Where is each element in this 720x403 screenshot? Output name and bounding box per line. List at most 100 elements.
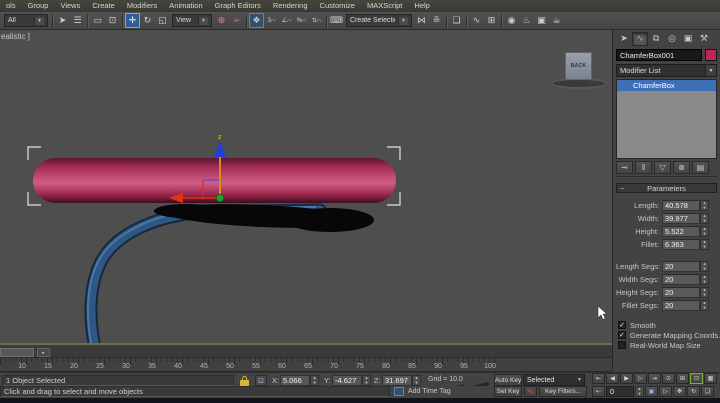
angle-snap-icon[interactable]: ∠∩ [279,13,294,28]
menu-modifiers[interactable]: Modifiers [121,0,163,12]
menu-graph-editors[interactable]: Graph Editors [209,0,267,12]
next-key-button[interactable]: ▸ [37,348,50,357]
go-to-end-icon[interactable]: ⇥ [648,373,661,384]
percent-snap-icon[interactable]: %∩ [294,13,309,28]
checkbox-generate-mapping-coords-[interactable]: ✓ [618,331,626,339]
checkbox-real-world-map-size[interactable] [618,341,626,349]
align-icon[interactable]: ≞ [429,13,444,28]
schematic-view-icon[interactable]: ⊞ [484,13,499,28]
set-key-button[interactable]: Set Key [494,386,522,397]
menu-views[interactable]: Views [54,0,86,12]
go-to-start-icon[interactable]: ⇤ [592,373,605,384]
remove-modifier-icon[interactable]: ⊗ [673,161,690,174]
scene-canvas[interactable]: z x [0,30,612,345]
layer-manager-icon[interactable]: ❏ [449,13,464,28]
pan-hand-icon[interactable]: ✥ [673,386,686,397]
menu-ols[interactable]: ols [0,0,22,12]
tab-hierarchy[interactable]: ⧉ [648,32,664,46]
parameter-spinner[interactable]: ▲▼ [700,261,709,272]
x-coord-field[interactable]: 5.066 [280,375,310,386]
tab-utilities[interactable]: ⚒ [696,32,712,46]
parameter-spinner[interactable]: ▲▼ [700,287,709,298]
mirror-icon[interactable]: ⋈ [414,13,429,28]
absolute-mode-icon[interactable]: ⊡ [255,375,267,386]
keyboard-override-icon[interactable]: ⌨ [329,13,344,28]
select-and-rotate-icon[interactable]: ↻ [140,13,155,28]
time-slider-handle[interactable] [0,348,34,357]
z-coord-field[interactable]: 31.697 [382,375,412,386]
select-and-manipulate-icon[interactable]: ➢ [229,13,244,28]
tab-motion[interactable]: ◎ [664,32,680,46]
checkbox-smooth[interactable]: ✓ [618,321,626,329]
named-selection-set-dropdown[interactable]: Create Selection Se▼ [346,14,412,27]
z-coord-spinner[interactable]: ▲▼ [412,375,421,386]
select-and-move-icon[interactable]: ✛ [125,13,140,28]
tab-modify[interactable]: ∿ [632,32,648,46]
key-selection-dropdown[interactable]: Selected ▼ [523,374,585,386]
maximize-viewport-icon[interactable]: ❏ [701,386,714,397]
tab-display[interactable]: ▣ [680,32,696,46]
render-setup-icon[interactable]: ♨ [519,13,534,28]
pin-stack-icon[interactable]: ⊸ [616,161,633,174]
make-unique-icon[interactable]: ▽ [654,161,671,174]
window-crossing-icon[interactable]: ⊡ [105,13,120,28]
snaps-toggle-3d-icon[interactable]: 3∩ [264,13,279,28]
selection-filter-dropdown[interactable]: All▼ [4,14,48,27]
menu-help[interactable]: Help [408,0,435,12]
menu-maxscript[interactable]: MAXScript [361,0,408,12]
previous-frame-icon[interactable]: ◀ [606,373,619,384]
select-by-name-icon[interactable]: ☰ [70,13,85,28]
parameter-spinner[interactable]: ▲▼ [700,226,709,237]
zoom-extents-all-icon[interactable]: ▦ [704,373,717,384]
timeline-ruler[interactable]: 101520253035404550556065707580859095100 [0,358,612,372]
parameter-spinner[interactable]: ▲▼ [700,274,709,285]
modifier-list-dropdown[interactable]: Modifier List ▼ [616,64,717,77]
add-time-tag-label[interactable]: Add Time Tag [408,388,451,395]
reference-coordinate-dropdown[interactable]: View▼ [172,14,212,27]
use-pivot-point-icon[interactable]: ⊕ [214,13,229,28]
current-frame-field[interactable]: 0 [606,386,634,397]
auto-key-button[interactable]: Auto Key [494,374,522,386]
viewport[interactable]: ealistic ] BACK [0,30,612,345]
render-production-icon[interactable]: ☕ [549,13,564,28]
parameters-rollout-header[interactable]: − Parameters [616,183,717,193]
parameter-field[interactable]: 20 [662,261,700,272]
next-frame-icon[interactable]: ▷ [634,373,647,384]
parameter-spinner[interactable]: ▲▼ [700,200,709,211]
gizmo-z-arrow[interactable] [214,141,226,157]
show-end-result-icon[interactable]: ‖ [635,161,652,174]
zoom-extents-icon[interactable]: ⊡ [690,373,703,384]
material-editor-icon[interactable]: ◉ [504,13,519,28]
pan-zoom-icon[interactable]: ▣ [645,386,658,397]
menu-create[interactable]: Create [86,0,121,12]
menu-customize[interactable]: Customize [314,0,361,12]
menu-animation[interactable]: Animation [163,0,208,12]
rendered-frame-window-icon[interactable]: ▣ [534,13,549,28]
key-tangents-icon[interactable]: ∿ [524,386,537,397]
parameter-field[interactable]: 20 [662,274,700,285]
selection-lock-icon[interactable] [240,376,249,386]
parameter-field[interactable]: 20 [662,287,700,298]
object-color-swatch[interactable] [705,49,717,61]
tab-create[interactable]: ➤ [616,32,632,46]
rectangular-selection-region-icon[interactable]: ▭ [90,13,105,28]
parameter-field[interactable]: 40.578 [662,200,700,211]
track-bar[interactable]: ▸ [0,347,612,358]
menu-group[interactable]: Group [22,0,55,12]
configure-modifier-sets-icon[interactable]: ▤ [692,161,709,174]
menu-rendering[interactable]: Rendering [267,0,314,12]
spinner-snap-icon[interactable]: ⇅∩ [309,13,324,28]
x-coord-spinner[interactable]: ▲▼ [310,375,319,386]
zoom-region-icon[interactable]: ▷ [659,386,672,397]
modifier-stack[interactable]: ChamferBox [616,79,717,159]
play-icon[interactable]: ▶ [620,373,633,384]
parameter-spinner[interactable]: ▲▼ [700,300,709,311]
object-name-field[interactable]: ChamferBox001 [616,49,702,61]
curve-editor-icon[interactable]: ∿ [469,13,484,28]
parameter-field[interactable]: 20 [662,300,700,311]
select-object-icon[interactable]: ➤ [55,13,70,28]
parameter-field[interactable]: 39.977 [662,213,700,224]
frame-spinner[interactable]: ▲▼ [635,386,644,397]
orbit-icon[interactable]: ↻ [687,386,700,397]
parameter-spinner[interactable]: ▲▼ [700,213,709,224]
